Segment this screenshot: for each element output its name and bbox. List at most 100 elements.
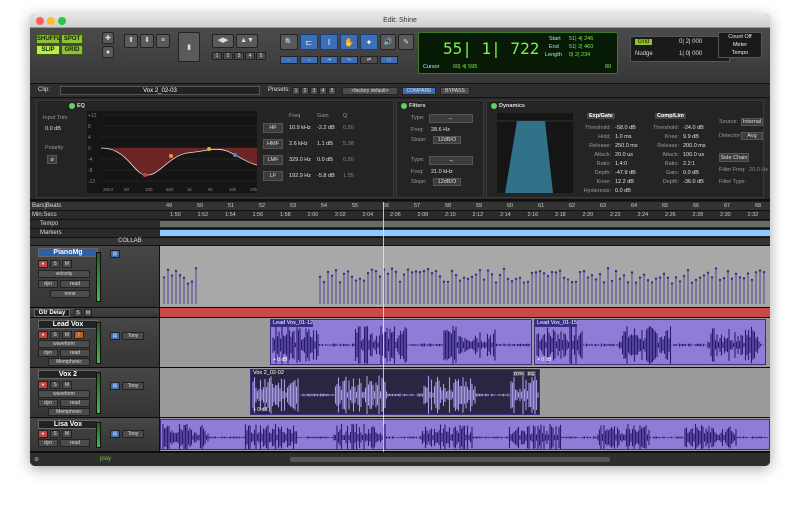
mute-button[interactable]: M [84, 309, 92, 317]
velocity-head[interactable] [522, 281, 526, 284]
velocity-head[interactable] [426, 267, 430, 271]
input-selector[interactable]: Tony [122, 430, 144, 438]
nudge-value[interactable]: 1| 0| 000 [679, 51, 702, 57]
lpf-type-dropdown[interactable]: ¬ [429, 156, 473, 165]
velocity-head[interactable] [590, 274, 594, 277]
eq-band-gain[interactable]: 0.0 dB [317, 157, 333, 163]
eq-band-q[interactable]: 1.55 [343, 173, 354, 179]
insert-icon[interactable]: ▤ [110, 430, 120, 438]
eq-power-icon[interactable] [69, 103, 75, 109]
clip-dyn-badge[interactable]: DYN [513, 371, 525, 376]
lead-vox-lane[interactable]: Lead Vox_01-12 + 0 dB Lead Vox_01-15 + 0… [160, 318, 770, 367]
dyn-param-value[interactable]: 2.2:1 [683, 161, 695, 167]
track-name[interactable]: PianoMg [38, 248, 98, 257]
preset-1-button[interactable]: 1 [292, 87, 300, 95]
mute-button[interactable]: M [62, 331, 72, 339]
link-track-button[interactable]: ⇔ [300, 56, 318, 64]
patch-dropdown[interactable]: none [50, 290, 90, 298]
horizontal-scrollbar[interactable] [290, 457, 610, 462]
up-arrow-icon[interactable]: ⬆ [124, 34, 138, 48]
solo-button[interactable]: S [50, 430, 60, 438]
track-name[interactable]: Lead Vox [38, 320, 98, 329]
velocity-head[interactable] [458, 279, 462, 282]
velocity-head[interactable] [510, 279, 514, 283]
zoom-icon[interactable] [58, 17, 66, 25]
scrubber-tool-icon[interactable]: 🔊 [380, 34, 396, 50]
velocity-head[interactable] [686, 268, 690, 272]
preset-2-button[interactable]: 2 [301, 87, 309, 95]
velocity-head[interactable] [498, 273, 502, 277]
velocity-head[interactable] [494, 281, 498, 284]
hpf-freq-value[interactable]: 28.6 Hz [431, 127, 450, 133]
velocity-head[interactable] [390, 267, 394, 270]
dyn-button[interactable]: dyn [38, 399, 58, 407]
velocity-head[interactable] [502, 267, 506, 271]
audio-clip[interactable] [160, 419, 770, 450]
velocity-head[interactable] [594, 278, 598, 281]
velocity-head[interactable] [438, 275, 442, 278]
zoom-preset-2[interactable]: 2 [223, 52, 233, 60]
velocity-head[interactable] [166, 268, 170, 271]
mute-button[interactable]: M [62, 260, 72, 268]
dyn-param-value[interactable]: 0.0 dB [683, 170, 699, 176]
velocity-head[interactable] [634, 281, 638, 284]
dyn-param-value[interactable]: 20.0 us [615, 152, 633, 158]
detector-dropdown[interactable]: Avg [741, 132, 763, 140]
eq-band-q[interactable]: 5.38 [343, 141, 354, 147]
velocity-head[interactable] [754, 271, 758, 274]
track-name[interactable]: Lisa Vox [38, 420, 98, 429]
zoom-preset-5[interactable]: 5 [256, 52, 266, 60]
eq-band-q[interactable]: 0.50 [343, 157, 354, 163]
velocity-head[interactable] [718, 278, 722, 282]
velocity-head[interactable] [650, 281, 654, 284]
midi-lane[interactable] [160, 246, 770, 307]
velocity-head[interactable] [722, 277, 726, 280]
velocity-head[interactable] [450, 269, 454, 273]
eq-band-freq[interactable]: 329.0 Hz [289, 157, 311, 163]
velocity-head[interactable] [318, 275, 322, 279]
down-arrow-icon[interactable]: ⬇ [140, 34, 154, 48]
velocity-head[interactable] [642, 273, 646, 276]
clip-name-field[interactable]: Vox 2_02-03 [60, 86, 260, 95]
velocity-head[interactable] [490, 273, 494, 276]
source-dropdown[interactable]: Internal [741, 118, 763, 126]
plugin-slot[interactable]: Memphonic [48, 358, 90, 366]
eq-band-q[interactable]: 0.50 [343, 125, 354, 131]
solo-button[interactable]: S [74, 309, 82, 317]
dyn-param-value[interactable]: 1.4:0 [615, 161, 627, 167]
velocity-head[interactable] [730, 277, 734, 280]
velocity-head[interactable] [762, 271, 766, 274]
velocity-head[interactable] [582, 270, 586, 273]
dyn-param-value[interactable]: 0.0 dB [615, 188, 631, 194]
zoomer-tool-icon[interactable]: 🔍 [280, 34, 298, 50]
velocity-head[interactable] [578, 270, 582, 274]
markers-lane[interactable] [160, 230, 770, 236]
velocity-head[interactable] [750, 278, 754, 282]
velocity-head[interactable] [174, 269, 178, 273]
clip-gain[interactable]: + 0 dB [273, 357, 288, 363]
velocity-head[interactable] [530, 271, 534, 275]
velocity-head[interactable] [630, 271, 634, 274]
velocity-head[interactable] [534, 271, 538, 274]
velocity-head[interactable] [746, 272, 750, 275]
track-name[interactable]: Vox 2 [38, 370, 98, 379]
record-enable-button[interactable]: ● [38, 331, 48, 339]
velocity-head[interactable] [670, 282, 674, 285]
audio-clip[interactable]: Lead Vox_01-12 + 0 dB [270, 319, 532, 365]
minimize-icon[interactable] [47, 17, 55, 25]
velocity-head[interactable] [514, 277, 518, 281]
tab-to-transients-button[interactable]: ⤳ [340, 56, 358, 64]
velocity-head[interactable] [586, 276, 590, 279]
eq-band-handle[interactable] [143, 173, 147, 177]
preset-dropdown[interactable]: <factory default> [342, 87, 398, 95]
velocity-head[interactable] [446, 280, 450, 284]
side-chain-button[interactable]: Side Chain [719, 153, 749, 162]
lpf-slope-dropdown[interactable]: 12dB/O [433, 178, 461, 186]
zoom-preset-1[interactable]: 1 [212, 52, 222, 60]
zoom-preset-3[interactable]: 3 [234, 52, 244, 60]
dyn-param-value[interactable]: 100.0 us [683, 152, 704, 158]
automation-mode-dropdown[interactable]: read [60, 349, 90, 357]
velocity-head[interactable] [742, 277, 746, 280]
shuffle-mode-button[interactable]: SHUFFLE [36, 34, 65, 44]
tempo-value[interactable]: 80 [605, 64, 611, 70]
